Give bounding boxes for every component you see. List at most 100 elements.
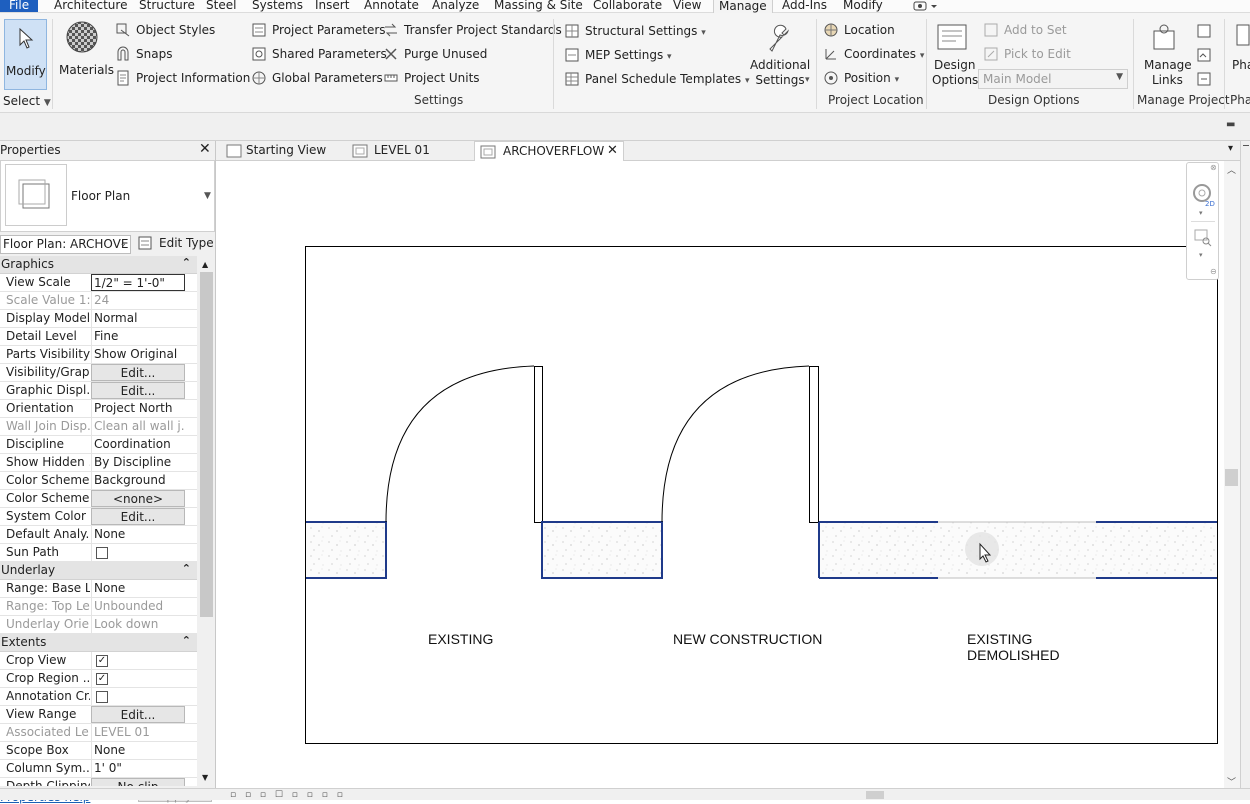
menu-systems[interactable]: Systems <box>252 0 303 13</box>
label-existing[interactable]: EXISTING <box>428 631 493 647</box>
property-row[interactable]: Default Analy... None <box>0 526 197 544</box>
demolished-wall[interactable] <box>819 522 1217 578</box>
checkbox[interactable] <box>96 547 108 559</box>
property-value[interactable]: Edit... <box>91 508 185 525</box>
property-row[interactable]: Annotation Cr... <box>0 688 197 706</box>
property-row[interactable]: Crop Region ... ✓ <box>0 670 197 688</box>
scrollbar-thumb[interactable] <box>200 272 213 617</box>
properties-scrollbar[interactable]: ▲ ▼ <box>198 256 215 786</box>
menu-collaborate[interactable]: Collaborate <box>593 0 662 13</box>
property-row[interactable]: Wall Join Disp... Clean all wall j... <box>0 418 197 436</box>
property-value[interactable]: 1/2" = 1'-0" <box>91 274 185 291</box>
menu-structure[interactable]: Structure <box>139 0 195 13</box>
property-value[interactable]: 1' 0" <box>91 760 185 777</box>
property-value[interactable]: Edit... <box>91 706 185 723</box>
menu-add-ins[interactable]: Add-Ins <box>782 0 827 13</box>
property-row[interactable]: Associated Le...LEVEL 01 <box>0 724 197 742</box>
property-value[interactable]: Background <box>91 472 185 489</box>
property-group-underlay[interactable]: Underlay ⌃ <box>0 562 197 580</box>
manage-links-button[interactable]: Manage Links <box>1140 19 1192 97</box>
steering-wheel-2d-icon[interactable]: 2D <box>1191 181 1215 207</box>
property-row[interactable]: Color Scheme <none> <box>0 490 197 508</box>
property-group-extents[interactable]: Extents ⌃ <box>0 634 197 652</box>
chevron-down-icon[interactable]: ▾ <box>1199 209 1203 217</box>
chevron-up-icon[interactable]: ︿ <box>1227 163 1236 176</box>
property-row[interactable]: View Range Edit... <box>0 706 197 724</box>
chevron-down-icon[interactable]: ▾ <box>1199 251 1203 259</box>
property-value[interactable]: None <box>91 526 185 543</box>
tab-level-01[interactable]: LEVEL 01 <box>348 141 468 161</box>
nav-bar-options-icon[interactable]: ⊖ <box>1210 267 1217 276</box>
checkbox[interactable]: ✓ <box>96 673 108 685</box>
menu-annotate[interactable]: Annotate <box>364 0 419 13</box>
property-value[interactable]: <none> <box>91 490 185 507</box>
new-construction-wall[interactable] <box>542 522 662 578</box>
property-row[interactable]: Detail Level Fine <box>0 328 197 346</box>
menu-manage[interactable]: Manage <box>713 0 773 14</box>
label-new-construction[interactable]: NEW CONSTRUCTION <box>673 631 822 647</box>
property-value[interactable]: Edit... <box>91 364 185 381</box>
additional-settings-button[interactable]: Additional Settings ▾ <box>748 19 812 97</box>
property-row[interactable]: Depth ClippingNo clip <box>0 778 197 786</box>
checkbox[interactable]: ✓ <box>96 655 108 667</box>
design-option-select[interactable]: Main Model ▼ <box>978 69 1128 89</box>
property-value[interactable]: Normal <box>91 310 185 327</box>
collapse-icon[interactable]: ⌃ <box>182 256 191 269</box>
close-icon[interactable]: ✕ <box>607 142 618 160</box>
menu-massing-site[interactable]: Massing & Site <box>494 0 583 13</box>
property-row[interactable]: Discipline Coordination <box>0 436 197 454</box>
tab-archoverflow[interactable]: ARCHOVERFLOW ✕ <box>474 141 624 161</box>
property-value[interactable]: ✓ <box>91 652 185 669</box>
decal-types-icon[interactable] <box>1196 47 1212 63</box>
starting-view-icon[interactable] <box>1196 71 1212 87</box>
manage-images-icon[interactable] <box>1196 23 1212 39</box>
property-value[interactable]: Coordination <box>91 436 185 453</box>
property-row[interactable]: View Scale 1/2" = 1'-0" <box>0 274 197 292</box>
menu-steel[interactable]: Steel <box>206 0 236 13</box>
property-row[interactable]: Crop View ✓ <box>0 652 197 670</box>
property-row[interactable]: Graphic Displ... Edit... <box>0 382 197 400</box>
property-value[interactable]: Edit... <box>91 382 185 399</box>
chevron-down-icon[interactable]: ▼ <box>202 773 208 782</box>
property-row[interactable]: Display Model Normal <box>0 310 197 328</box>
chevron-up-icon[interactable]: ▲ <box>202 260 208 269</box>
collapse-icon[interactable]: ⌃ <box>182 562 191 575</box>
property-value[interactable]: None <box>91 580 185 597</box>
close-icon[interactable]: ⊗ <box>1210 163 1217 172</box>
property-value[interactable] <box>91 544 185 561</box>
scrollbar-thumb[interactable] <box>1225 469 1238 486</box>
door-panel-new[interactable] <box>809 366 819 523</box>
menu-file[interactable]: File <box>0 0 39 12</box>
property-row[interactable]: Range: Base L...None <box>0 580 197 598</box>
property-row[interactable]: Visibility/Grap...Edit... <box>0 364 197 382</box>
door-panel-existing[interactable] <box>534 366 543 523</box>
tabs-menu-icon[interactable]: ▾ <box>1228 143 1233 154</box>
property-row[interactable]: Underlay Orie...Look down <box>0 616 197 634</box>
label-existing-demolished[interactable]: EXISTING DEMOLISHED <box>967 631 1060 663</box>
collapse-icon[interactable]: ⌃ <box>182 634 191 647</box>
property-row[interactable]: Scale Value 1: 24 <box>0 292 197 310</box>
property-row[interactable]: System Color ...Edit... <box>0 508 197 526</box>
property-row[interactable]: Column Sym... 1' 0" <box>0 760 197 778</box>
property-value[interactable]: ✓ <box>91 670 185 687</box>
drawing-canvas[interactable]: EXISTING NEW CONSTRUCTION EXISTING DEMOL… <box>218 161 1240 795</box>
property-value[interactable]: By Discipline <box>91 454 185 471</box>
property-row[interactable]: Color Scheme...Background <box>0 472 197 490</box>
checkbox[interactable] <box>96 691 108 703</box>
property-value[interactable]: Fine <box>91 328 185 345</box>
property-row[interactable]: Scope Box None <box>0 742 197 760</box>
property-row[interactable]: Sun Path <box>0 544 197 562</box>
type-selector[interactable]: Floor Plan ▼ <box>0 160 215 232</box>
property-value[interactable]: None <box>91 742 185 759</box>
materials-button[interactable]: Materials <box>58 19 114 81</box>
chevron-down-icon[interactable]: ﹀ <box>1227 775 1236 788</box>
menu-modify[interactable]: Modify <box>843 0 883 13</box>
property-row[interactable]: Orientation Project North <box>0 400 197 418</box>
property-value[interactable]: Project North <box>91 400 185 417</box>
view-control-icons[interactable]: ▫ ▫ ▫ ☐ ▫ ▫ ▫ ▫ <box>230 790 346 800</box>
property-group-graphics[interactable]: Graphics ⌃ <box>0 256 197 274</box>
property-row[interactable]: Parts Visibility Show Original <box>0 346 197 364</box>
menu-analyze[interactable]: Analyze <box>432 0 479 13</box>
instance-selector[interactable]: Floor Plan: ARCHOVE ⌄ <box>0 235 131 254</box>
ribbon-options-icon[interactable]: ▬ <box>1226 119 1235 130</box>
